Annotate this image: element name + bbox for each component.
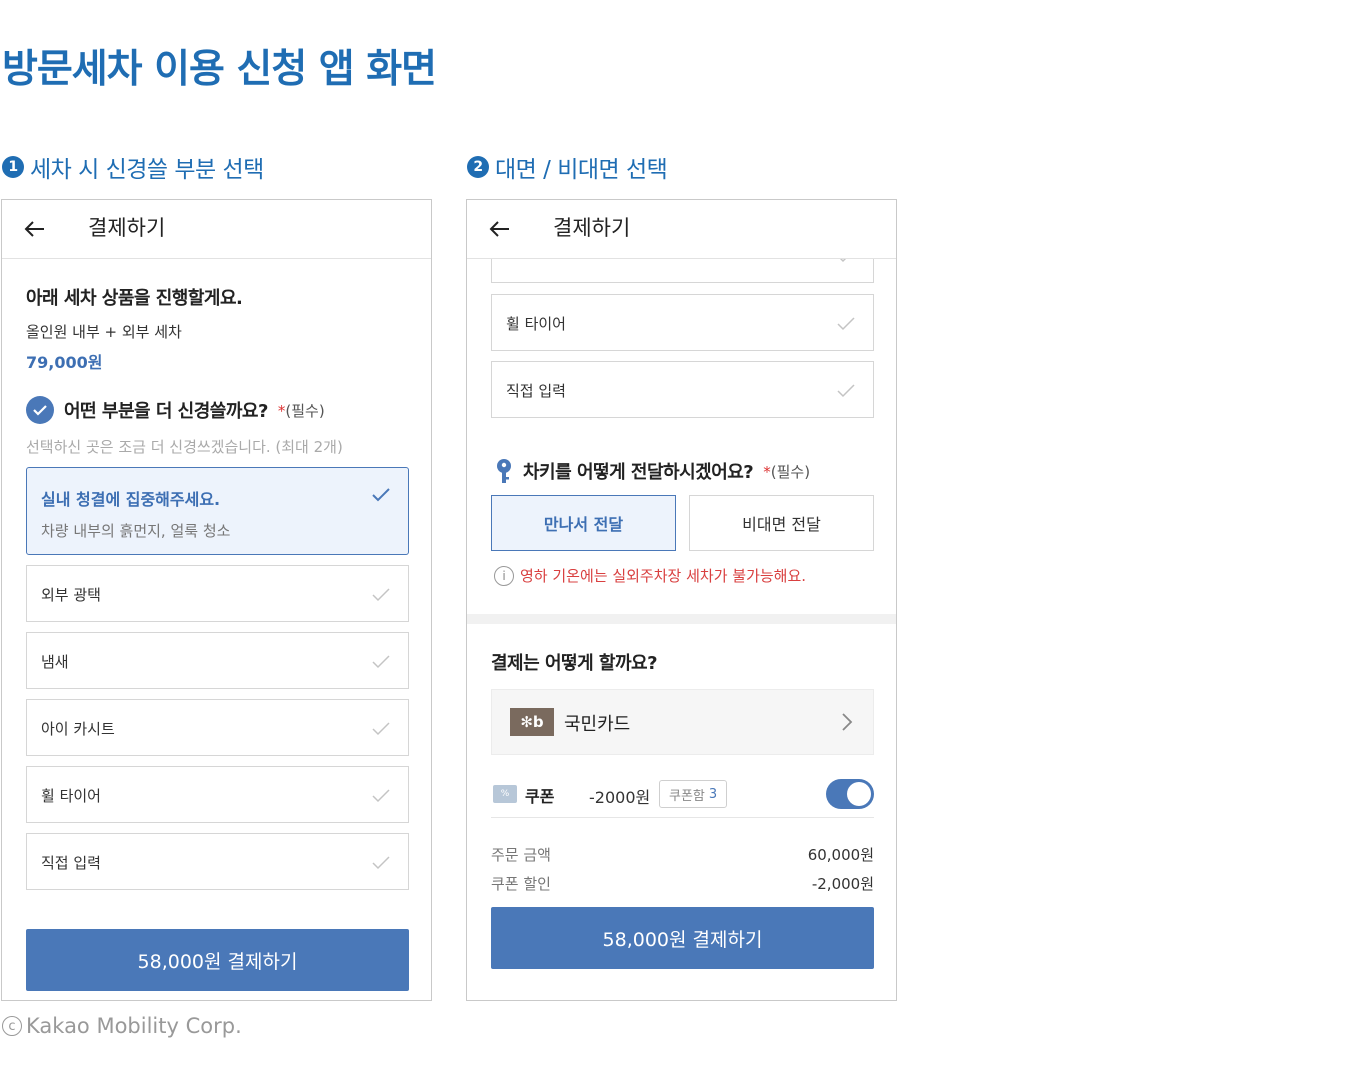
coupon-box-button[interactable]: 쿠폰함 3	[659, 780, 728, 808]
phone-screen-1: 결제하기 아래 세차 상품을 진행할게요. 올인원 내부 + 외부 세차 79,…	[1, 199, 432, 1001]
option-exterior-polish[interactable]: 외부 광택	[26, 565, 409, 622]
check-icon	[372, 789, 390, 803]
selection-hint: 선택하신 곳은 조금 더 신경쓰겠습니다. (최대 2개)	[26, 438, 343, 456]
summary-value: 60,000원	[807, 846, 874, 864]
app-header: 결제하기	[2, 200, 431, 259]
section-title-1: 1 세차 시 신경쓸 부분 선택	[2, 150, 264, 184]
summary-label: 쿠폰 할인	[491, 875, 551, 893]
option-label: 휠 타이어	[41, 787, 101, 805]
header-title: 결제하기	[88, 216, 166, 240]
card-logo-icon: ✻b	[510, 708, 554, 736]
info-icon: i	[494, 565, 514, 586]
option-smell[interactable]: 냄새	[26, 632, 409, 689]
summary-label: 주문 금액	[491, 846, 551, 864]
option-description: 차량 내부의 흙먼지, 얼룩 청소	[41, 522, 231, 540]
pay-button[interactable]: 58,000원 결제하기	[491, 907, 874, 969]
option-interior-focus[interactable]: 실내 청결에 집중해주세요. 차량 내부의 흙먼지, 얼룩 청소	[26, 467, 409, 555]
back-arrow-icon[interactable]	[20, 214, 50, 244]
coupon-box-label: 쿠폰함	[669, 788, 705, 804]
check-circle-icon	[26, 396, 54, 424]
option-label: 휠 타이어	[506, 315, 566, 333]
handover-in-person-button[interactable]: 만나서 전달	[491, 495, 676, 551]
payment-card-select[interactable]: ✻b 국민카드	[491, 689, 874, 755]
option-wheel-tire[interactable]: 휠 타이어	[26, 766, 409, 823]
coupon-toggle[interactable]	[826, 779, 874, 809]
step-number: 2	[467, 156, 489, 178]
handover-contactless-button[interactable]: 비대면 전달	[689, 495, 874, 551]
option-label: 아이 카시트	[41, 720, 115, 738]
product-name: 올인원 내부 + 외부 세차	[26, 323, 182, 341]
check-icon	[837, 384, 855, 398]
section-label: 대면 / 비대면 선택	[495, 157, 668, 183]
warning-notice: i 영하 기온에는 실외주차장 세차가 불가능해요.	[494, 565, 806, 586]
copyright-text: Kakao Mobility Corp.	[26, 1014, 242, 1038]
question-text: 어떤 부분을 더 신경쓸까요?	[64, 401, 268, 422]
coupon-label: 쿠폰	[525, 787, 555, 806]
section-divider	[467, 614, 896, 624]
check-icon	[837, 317, 855, 331]
option-label: 외부 광택	[41, 586, 101, 604]
warning-text: 영하 기온에는 실외주차장 세차가 불가능해요.	[520, 567, 807, 585]
question-row: 어떤 부분을 더 신경쓸까요? *(필수)	[26, 396, 325, 424]
summary-row-order: 주문 금액 60,000원	[491, 844, 874, 865]
summary-row-coupon: 쿠폰 할인 -2,000원	[491, 873, 874, 894]
option-label: 냄새	[41, 653, 69, 671]
payment-heading: 결제는 어떻게 할까요?	[491, 653, 658, 674]
intro-heading: 아래 세차 상품을 진행할게요.	[26, 288, 243, 309]
back-arrow-icon[interactable]	[485, 214, 515, 244]
step-number: 1	[2, 156, 24, 178]
app-header: 결제하기	[467, 200, 896, 259]
coupon-row: % 쿠폰 -2000원 쿠폰함 3	[491, 772, 874, 818]
coupon-amount: -2000원	[589, 788, 651, 807]
option-custom-input[interactable]: 직접 입력	[26, 833, 409, 890]
key-question-text: 차키를 어떻게 전달하시겠어요?	[523, 462, 754, 483]
coupon-icon: %	[493, 785, 517, 803]
summary-value: -2,000원	[811, 875, 874, 893]
key-icon	[497, 459, 511, 483]
required-marker: *(필수)	[763, 462, 811, 481]
product-price: 79,000원	[26, 353, 103, 372]
phone-screen-2: 결제하기 휠 타이어 직접 입력 차키를 어떻게 전달하시겠어요? *(필수) …	[466, 199, 897, 1001]
check-icon	[372, 488, 390, 502]
required-marker: *(필수)	[277, 401, 325, 420]
check-icon	[372, 588, 390, 602]
section-label: 세차 시 신경쓸 부분 선택	[30, 157, 264, 183]
card-name: 국민카드	[564, 714, 631, 735]
copyright-icon: c	[2, 1016, 22, 1036]
header-title: 결제하기	[553, 216, 631, 240]
option-label: 직접 입력	[506, 382, 566, 400]
coupon-count: 3	[708, 786, 718, 802]
page-title: 방문세차 이용 신청 앱 화면	[2, 47, 437, 92]
option-label: 실내 청결에 집중해주세요.	[41, 490, 221, 509]
check-icon	[372, 655, 390, 669]
option-wheel-tire[interactable]: 휠 타이어	[491, 294, 874, 351]
option-label: 직접 입력	[41, 854, 101, 872]
chevron-right-icon	[842, 713, 853, 731]
toggle-knob	[847, 782, 871, 806]
key-question-row: 차키를 어떻게 전달하시겠어요? *(필수)	[495, 458, 810, 484]
option-custom-input[interactable]: 직접 입력	[491, 361, 874, 418]
check-icon	[372, 856, 390, 870]
copyright: c Kakao Mobility Corp.	[2, 1014, 242, 1038]
section-title-2: 2 대면 / 비대면 선택	[467, 150, 668, 184]
option-child-seat[interactable]: 아이 카시트	[26, 699, 409, 756]
pay-button[interactable]: 58,000원 결제하기	[26, 929, 409, 991]
check-icon	[372, 722, 390, 736]
